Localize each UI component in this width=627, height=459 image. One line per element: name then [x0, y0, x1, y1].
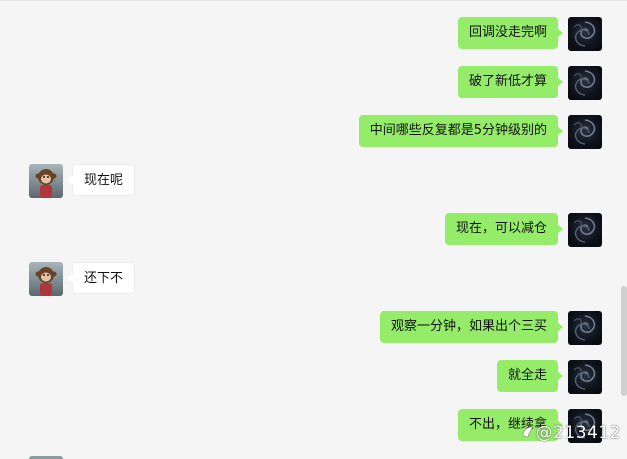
self-avatar[interactable]: [568, 66, 602, 100]
message-bubble-incoming[interactable]: 还下不: [66, 262, 136, 294]
message-row: 现在，可以减仓: [0, 213, 627, 249]
message-row: 回调没走完啊: [0, 17, 627, 53]
swirl-icon: [573, 119, 596, 145]
message-row: 观察一分钟，如果出个三买: [0, 311, 627, 347]
contact-avatar[interactable]: [29, 262, 63, 296]
monkey-doll-icon: [35, 169, 57, 198]
message-row: 现在呢: [0, 164, 627, 200]
swirl-icon: [573, 70, 596, 96]
message-bubble-outgoing[interactable]: 观察一分钟，如果出个三买: [379, 311, 564, 343]
message-row: 中间哪些反复都是5分钟级别的: [0, 115, 627, 151]
swirl-icon: [573, 217, 596, 243]
swirl-icon: [573, 21, 596, 47]
self-avatar[interactable]: [568, 360, 602, 394]
message-bubble-outgoing[interactable]: 破了新低才算: [457, 66, 564, 98]
message-row: 就全走: [0, 360, 627, 396]
message-bubble-outgoing[interactable]: 回调没走完啊: [457, 17, 564, 49]
scrollbar-thumb[interactable]: [621, 286, 627, 396]
self-avatar[interactable]: [568, 17, 602, 51]
message-bubble-outgoing[interactable]: 就全走: [496, 360, 564, 392]
message-row: 还下不: [0, 262, 627, 298]
monkey-doll-icon: [35, 267, 57, 296]
message-bubble-outgoing[interactable]: 现在，可以减仓: [444, 213, 564, 245]
contact-avatar[interactable]: [29, 164, 63, 198]
platform-logo-icon: [522, 426, 534, 438]
message-row: 破了新低才算: [0, 66, 627, 102]
swirl-icon: [573, 315, 596, 341]
message-bubble-incoming[interactable]: 现在呢: [66, 164, 136, 196]
swirl-icon: [573, 364, 596, 390]
self-avatar[interactable]: [568, 311, 602, 345]
message-bubble-outgoing[interactable]: 中间哪些反复都是5分钟级别的: [358, 115, 564, 147]
self-avatar[interactable]: [568, 115, 602, 149]
self-avatar[interactable]: [568, 213, 602, 247]
chat-window: 回调没走完啊 破了新低才算 中间哪些反复都是5分钟级别的 现在呢 现在，可以减仓…: [0, 0, 627, 459]
watermark: @213412: [520, 423, 621, 443]
watermark-text: @213412: [535, 423, 621, 443]
